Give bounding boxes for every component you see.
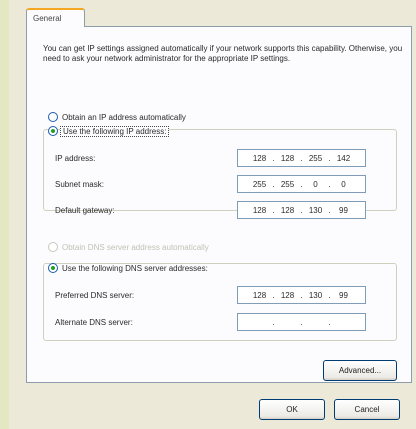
gateway-octet-3: 130 xyxy=(308,205,323,215)
subnet-octet-2: 255 xyxy=(280,179,295,189)
obtain-dns-auto-label: Obtain DNS server address automatically xyxy=(62,243,209,252)
gateway-octet-4: 99 xyxy=(339,205,348,215)
tab-general-label: General xyxy=(33,14,62,23)
description-text: You can get IP settings assigned automat… xyxy=(43,44,403,63)
obtain-ip-auto-label[interactable]: Obtain an IP address automatically xyxy=(62,113,186,122)
use-following-dns-radio[interactable] xyxy=(48,263,58,273)
cancel-button[interactable]: Cancel xyxy=(334,399,400,420)
subnet-mask-field[interactable]: 255. 255. 0. 0 xyxy=(237,175,366,193)
gateway-octet-1: 128 xyxy=(252,205,267,215)
use-following-ip-radio[interactable] xyxy=(48,126,58,136)
alternate-dns-label: Alternate DNS server: xyxy=(55,318,133,327)
ip-octet-1: 128 xyxy=(252,153,267,163)
preferred-dns-label: Preferred DNS server: xyxy=(55,291,135,300)
ip-octet-2: 128 xyxy=(280,153,295,163)
alternate-dns-field[interactable]: . . . xyxy=(237,313,366,331)
obtain-dns-auto-radio xyxy=(48,242,58,252)
preferred-octet-1: 128 xyxy=(252,290,267,300)
advanced-button[interactable]: Advanced... xyxy=(323,360,397,381)
default-gateway-field[interactable]: 128. 128. 130. 99 xyxy=(237,201,366,219)
ip-address-group xyxy=(43,129,397,211)
ip-octet-3: 255 xyxy=(308,153,323,163)
general-panel: You can get IP settings assigned automat… xyxy=(26,26,412,383)
use-following-ip-label[interactable]: Use the following IP address: xyxy=(60,126,170,137)
dialog-window: General You can get IP settings assigned… xyxy=(9,0,416,429)
obtain-ip-auto-radio[interactable] xyxy=(48,112,58,122)
subnet-octet-1: 255 xyxy=(252,179,267,189)
gateway-octet-2: 128 xyxy=(280,205,295,215)
preferred-octet-3: 130 xyxy=(308,290,323,300)
use-following-dns-label[interactable]: Use the following DNS server addresses: xyxy=(62,264,210,273)
tab-general[interactable]: General xyxy=(26,8,85,27)
default-gateway-label: Default gateway: xyxy=(55,206,115,215)
ip-octet-4: 142 xyxy=(336,153,351,163)
ip-address-label: IP address: xyxy=(55,154,96,163)
preferred-dns-field[interactable]: 128. 128. 130. 99 xyxy=(237,286,366,304)
preferred-octet-4: 99 xyxy=(339,290,348,300)
preferred-octet-2: 128 xyxy=(280,290,295,300)
ip-address-field[interactable]: 128. 128. 255. 142 xyxy=(237,149,366,167)
subnet-mask-label: Subnet mask: xyxy=(55,180,104,189)
ok-button[interactable]: OK xyxy=(259,399,325,420)
subnet-octet-3: 0 xyxy=(313,179,318,189)
subnet-octet-4: 0 xyxy=(341,179,346,189)
